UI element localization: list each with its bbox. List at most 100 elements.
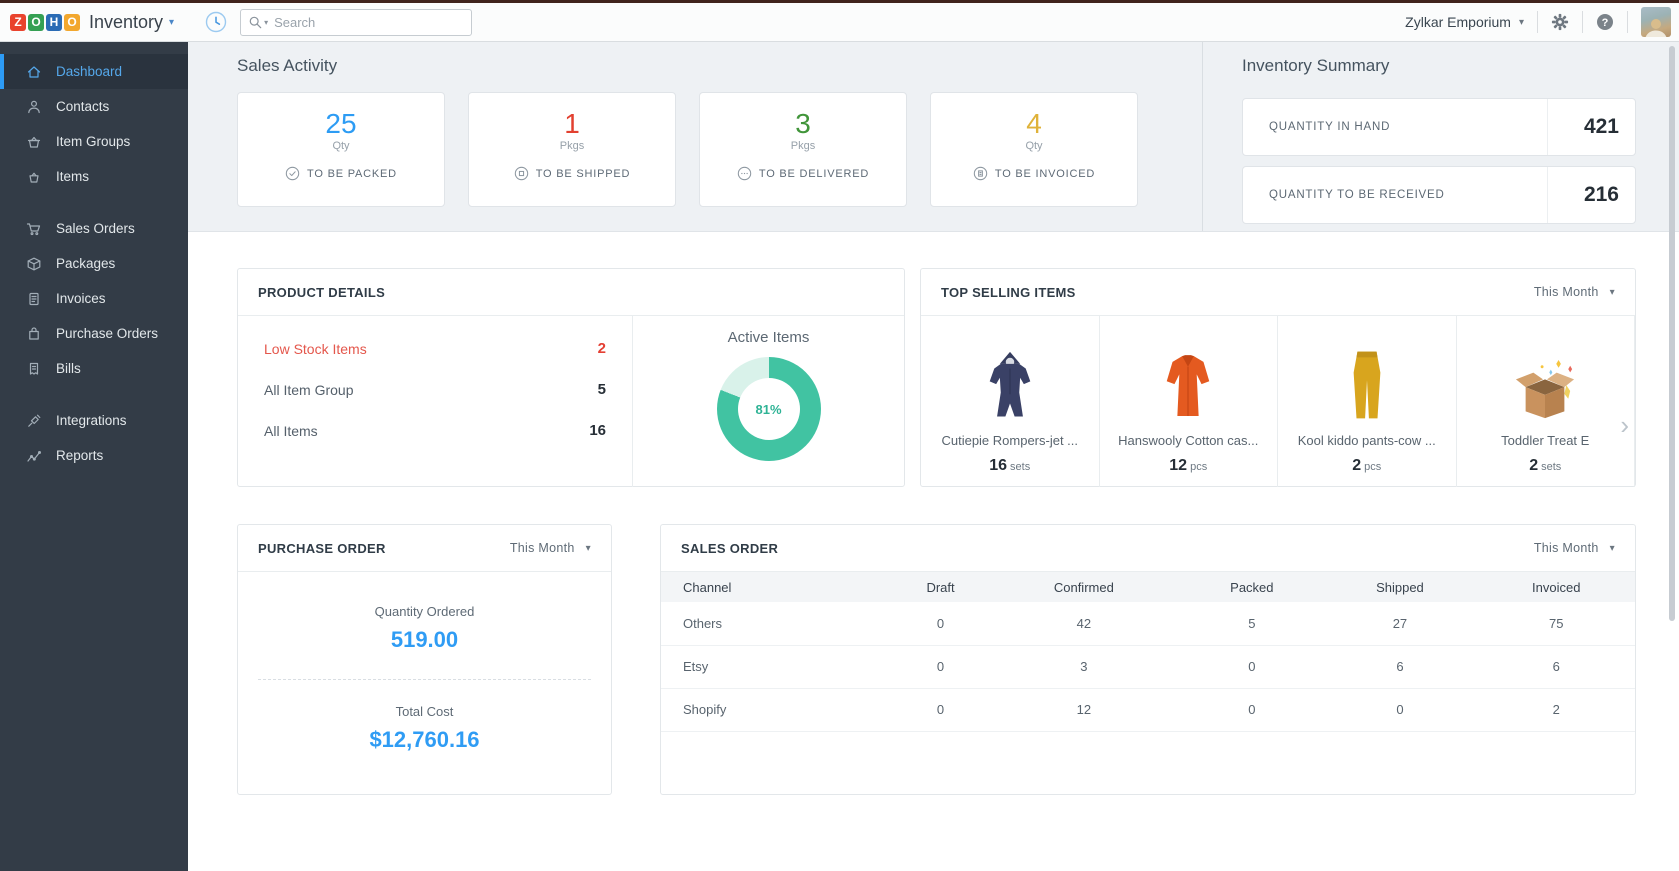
sales-order-period-dropdown[interactable]: This Month ▾ bbox=[1534, 541, 1615, 555]
product-name: Inventory bbox=[89, 11, 164, 32]
table-row: Shopify 0 12 0 0 2 bbox=[661, 688, 1635, 732]
top-selling-item[interactable]: Kool kiddo pants-cow ... 2 pcs bbox=[1278, 316, 1457, 487]
top-selling-item[interactable]: Toddler Treat E 2 sets bbox=[1457, 316, 1635, 487]
organization-name: Zylkar Emporium bbox=[1405, 14, 1511, 30]
all-items-row[interactable]: All Items 16 bbox=[264, 410, 606, 451]
purchase-bag-icon bbox=[26, 326, 42, 342]
sidebar-item-label: Dashboard bbox=[56, 64, 123, 79]
sidebar-item-bills[interactable]: Bills bbox=[0, 351, 188, 386]
vertical-scrollbar-thumb[interactable] bbox=[1669, 46, 1675, 621]
divider bbox=[1582, 11, 1583, 33]
chevron-down-icon: ▾ bbox=[1609, 286, 1615, 298]
basket-group-icon bbox=[26, 134, 42, 150]
sidebar-item-reports[interactable]: Reports bbox=[0, 438, 188, 473]
low-stock-items-row[interactable]: Low Stock Items 2 bbox=[264, 328, 606, 369]
zoho-logo[interactable]: Z O H O Inventory ▾ bbox=[10, 12, 174, 33]
sales-order-table: Channel Draft Confirmed Packed Shipped I… bbox=[661, 572, 1635, 732]
quantity-ordered-value[interactable]: 519.00 bbox=[238, 627, 611, 653]
dots-circle-icon bbox=[737, 166, 752, 181]
chevron-down-icon: ▾ bbox=[585, 542, 591, 554]
sidebar-item-sales-orders[interactable]: Sales Orders bbox=[0, 211, 188, 246]
sidebar-item-packages[interactable]: Packages bbox=[0, 246, 188, 281]
column-header: Confirmed bbox=[986, 572, 1182, 602]
all-item-group-row[interactable]: All Item Group 5 bbox=[264, 369, 606, 410]
quantity-in-hand-card[interactable]: QUANTITY IN HAND 421 bbox=[1242, 98, 1636, 156]
card-to-be-packed[interactable]: 25 Qty TO BE PACKED bbox=[237, 92, 445, 207]
quantity-to-be-received-label: QUANTITY TO BE RECEIVED bbox=[1269, 189, 1445, 201]
quantity-to-be-received-card[interactable]: QUANTITY TO BE RECEIVED 216 bbox=[1242, 166, 1636, 224]
purchase-order-panel: PURCHASE ORDER This Month ▾ Quantity Ord… bbox=[237, 524, 612, 795]
logo-letter: O bbox=[64, 13, 80, 31]
table-header-row: Channel Draft Confirmed Packed Shipped I… bbox=[661, 572, 1635, 602]
sidebar-item-label: Contacts bbox=[56, 99, 110, 114]
logo-letter: H bbox=[46, 13, 62, 31]
purchase-order-title: PURCHASE ORDER bbox=[258, 540, 386, 556]
table-row: Etsy 0 3 0 6 6 bbox=[661, 645, 1635, 689]
sidebar-item-label: Item Groups bbox=[56, 134, 131, 149]
user-avatar[interactable] bbox=[1641, 7, 1671, 37]
search-icon bbox=[249, 16, 262, 28]
help-button[interactable]: ? bbox=[1596, 13, 1614, 31]
sidebar-item-item-groups[interactable]: Item Groups bbox=[0, 124, 188, 159]
top-selling-period-dropdown[interactable]: This Month ▾ bbox=[1534, 285, 1615, 299]
romper-image bbox=[986, 339, 1034, 423]
top-selling-items-panel: TOP SELLING ITEMS This Month ▾ Cutiepie … bbox=[920, 268, 1636, 487]
quantity-ordered-label: Quantity Ordered bbox=[374, 604, 475, 619]
card-to-be-delivered[interactable]: 3 Pkgs TO BE DELIVERED bbox=[699, 92, 907, 207]
history-icon bbox=[205, 11, 227, 33]
sidebar-item-label: Packages bbox=[56, 256, 116, 271]
sidebar-item-label: Invoices bbox=[56, 291, 106, 306]
top-selling-item[interactable]: Cutiepie Rompers-jet ... 16 sets bbox=[921, 316, 1100, 487]
person-icon bbox=[26, 99, 42, 115]
table-row: Others 0 42 5 27 75 bbox=[661, 602, 1635, 646]
sidebar-item-label: Integrations bbox=[56, 413, 127, 428]
active-items-label: Active Items bbox=[727, 329, 810, 346]
summary-strip: Sales Activity 25 Qty TO BE PACKED 1 Pkg… bbox=[188, 42, 1679, 232]
card-value: 3 bbox=[795, 108, 811, 139]
carousel-next-button[interactable]: › bbox=[1616, 408, 1633, 442]
card-label: TO BE INVOICED bbox=[994, 167, 1096, 180]
column-header: Draft bbox=[894, 572, 987, 602]
card-value: 25 bbox=[325, 108, 357, 139]
card-value: 4 bbox=[1026, 108, 1042, 139]
report-graph-icon bbox=[26, 448, 42, 464]
active-items-donut: 81% bbox=[716, 357, 821, 461]
box-circle-icon bbox=[514, 166, 528, 181]
total-cost-value[interactable]: $12,760.16 bbox=[238, 727, 611, 753]
svg-text:?: ? bbox=[1602, 17, 1609, 29]
card-unit: Qty bbox=[1025, 140, 1043, 152]
sidebar-item-purchase-orders[interactable]: Purchase Orders bbox=[0, 316, 188, 351]
product-details-panel: PRODUCT DETAILS Low Stock Items 2 All It… bbox=[237, 268, 905, 487]
column-header: Invoiced bbox=[1477, 572, 1635, 602]
chevron-down-icon: ▾ bbox=[1518, 16, 1524, 28]
sidebar: Dashboard Contacts Item Groups Items Sal… bbox=[0, 42, 188, 871]
recent-history-button[interactable] bbox=[204, 10, 228, 34]
search-box[interactable]: ▾ bbox=[240, 8, 473, 36]
inventory-summary-title: Inventory Summary bbox=[1242, 56, 1390, 75]
purchase-order-period-dropdown[interactable]: This Month ▾ bbox=[510, 541, 591, 555]
search-input[interactable] bbox=[274, 14, 464, 30]
search-scope-caret-icon[interactable]: ▾ bbox=[264, 18, 268, 27]
card-to-be-shipped[interactable]: 1 Pkgs TO BE SHIPPED bbox=[468, 92, 676, 207]
sidebar-item-items[interactable]: Items bbox=[0, 159, 188, 194]
plug-icon bbox=[26, 413, 42, 429]
bill-icon bbox=[26, 361, 42, 377]
quantity-in-hand-label: QUANTITY IN HAND bbox=[1269, 121, 1391, 133]
card-to-be-invoiced[interactable]: 4 Qty TO BE INVOICED bbox=[930, 92, 1138, 207]
sidebar-item-dashboard[interactable]: Dashboard bbox=[0, 54, 188, 89]
sidebar-item-integrations[interactable]: Integrations bbox=[0, 403, 188, 438]
column-header: Channel bbox=[661, 572, 895, 602]
column-header: Packed bbox=[1181, 572, 1323, 602]
settings-button[interactable] bbox=[1551, 13, 1569, 31]
product-details-title: PRODUCT DETAILS bbox=[258, 284, 386, 300]
sidebar-item-label: Sales Orders bbox=[56, 221, 135, 236]
top-selling-item[interactable]: Hanswooly Cotton cas... 12 pcs bbox=[1100, 316, 1278, 487]
sidebar-item-contacts[interactable]: Contacts bbox=[0, 89, 188, 124]
sidebar-item-label: Purchase Orders bbox=[56, 326, 159, 341]
invoice-icon bbox=[26, 291, 42, 307]
sidebar-item-invoices[interactable]: Invoices bbox=[0, 281, 188, 316]
organization-selector[interactable]: Zylkar Emporium ▾ bbox=[1405, 14, 1524, 30]
sales-order-title: SALES ORDER bbox=[681, 540, 779, 556]
card-label: TO BE DELIVERED bbox=[758, 167, 870, 180]
card-label: TO BE SHIPPED bbox=[535, 167, 631, 180]
